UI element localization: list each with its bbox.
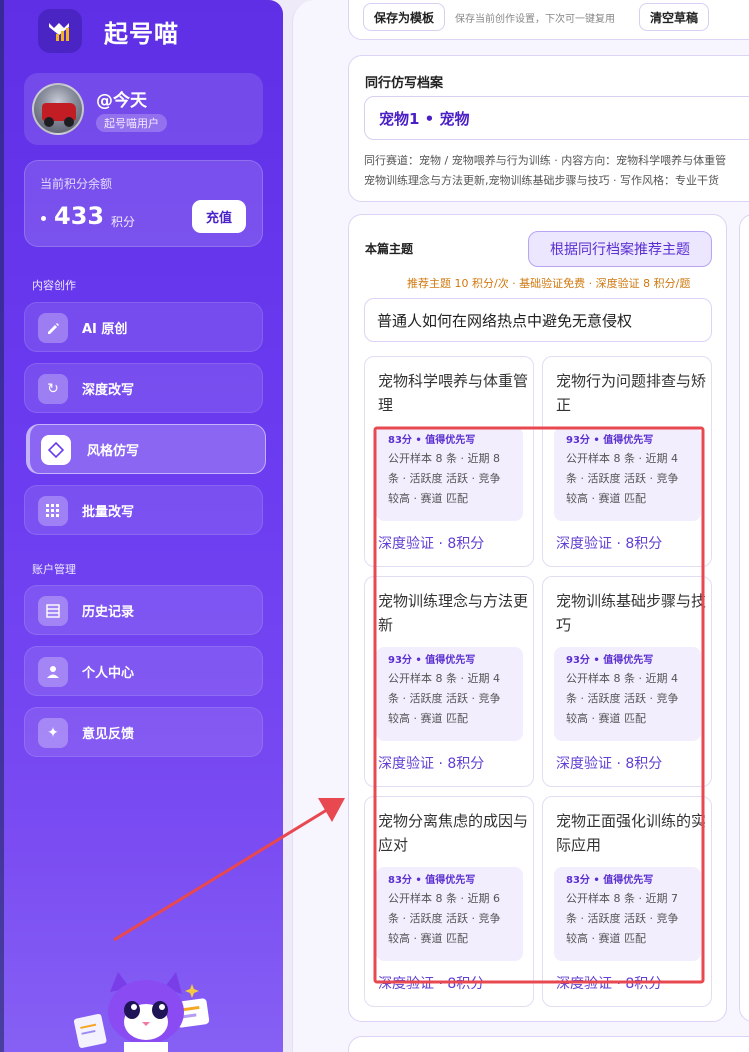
peer-profile-desc-2: 宠物训练理念与方法更新,宠物训练基础步骤与技巧 · 写作风格：专业干货 <box>364 174 719 187</box>
topic-card-score: 93分 • 值得优先写 <box>566 655 654 666</box>
bottom-panel-partial <box>348 1036 749 1052</box>
topic-panel: 本篇主题 根据同行档案推荐主题 推荐主题 10 积分/次 · 基础验证免费 · … <box>348 214 727 1022</box>
topic-card[interactable]: 宠物行为问题排查与矫正 93分 • 值得优先写 公开样本 8 条 · 近期 4 … <box>542 356 712 567</box>
points-card: 当前积分余额 433 积分 充值 <box>24 160 263 247</box>
topic-card-title: 宠物科学喂养与体重管理 <box>378 372 529 414</box>
profile-card[interactable]: @今天 起号喵用户 <box>24 73 263 145</box>
deep-verify-link[interactable]: 深度验证 · 8积分 <box>556 753 662 773</box>
nav-item-feedback[interactable]: ✦ 意见反馈 <box>24 707 263 757</box>
topic-card-desc: 公开样本 8 条 · 近期 4 条 · 活跃度 活跃 · 竞争 较高 · 赛道 … <box>566 672 679 725</box>
recharge-button[interactable]: 充值 <box>192 200 246 233</box>
nav-item-style-imitate[interactable]: 风格仿写 <box>26 424 266 474</box>
nav-label: 历史记录 <box>82 605 135 620</box>
save-template-hint: 保存当前创作设置，下次可一键复用 <box>455 14 615 25</box>
list-icon <box>38 596 68 626</box>
topic-card-title: 宠物训练理念与方法更新 <box>378 592 529 634</box>
topic-card-desc: 公开样本 8 条 · 近期 4 条 · 活跃度 活跃 · 竞争 较高 · 赛道 … <box>566 452 679 505</box>
topic-card[interactable]: 宠物分离焦虑的成因与应对 83分 • 值得优先写 公开样本 8 条 · 近期 6… <box>364 796 534 1007</box>
topic-card-title: 宠物分离焦虑的成因与应对 <box>378 812 529 854</box>
topic-card[interactable]: 宠物训练基础步骤与技巧 93分 • 值得优先写 公开样本 8 条 · 近期 4 … <box>542 576 712 787</box>
nav-label: 个人中心 <box>82 666 135 681</box>
points-value: 433 <box>54 202 105 230</box>
peer-profile-select[interactable]: 宠物1 • 宠物 <box>364 96 749 140</box>
topic-card-title: 宠物行为问题排查与矫正 <box>556 372 707 414</box>
nav-item-profile[interactable]: 个人中心 <box>24 646 263 696</box>
nav-item-history[interactable]: 历史记录 <box>24 585 263 635</box>
user-badge: 起号喵用户 <box>96 114 167 132</box>
avatar[interactable] <box>32 83 84 135</box>
deep-verify-link[interactable]: 深度验证 · 8积分 <box>378 533 484 553</box>
save-template-button[interactable]: 保存为模板 <box>363 3 446 31</box>
topic-card-info: 93分 • 值得优先写 公开样本 8 条 · 近期 4 条 · 活跃度 活跃 ·… <box>376 647 523 741</box>
nav-label: 深度改写 <box>82 383 135 398</box>
section-label-content: 内容创作 <box>32 279 76 292</box>
side-panel-partial <box>739 214 749 1022</box>
peer-profile-panel: 同行仿写档案 宠物1 • 宠物 同行赛道：宠物 / 宠物喂养与行为训练 · 内容… <box>348 55 749 202</box>
deep-verify-link[interactable]: 深度验证 · 8积分 <box>378 973 484 993</box>
username: @今天 <box>96 91 147 111</box>
deep-verify-link[interactable]: 深度验证 · 8积分 <box>556 973 662 993</box>
topic-card-info: 83分 • 值得优先写 公开样本 8 条 · 近期 7 条 · 活跃度 活跃 ·… <box>554 867 701 961</box>
user-icon <box>38 657 68 687</box>
nav-label: 批量改写 <box>82 505 135 520</box>
topic-card-info: 83分 • 值得优先写 公开样本 8 条 · 近期 8 条 · 活跃度 活跃 ·… <box>376 427 523 521</box>
topic-card-info: 83分 • 值得优先写 公开样本 8 条 · 近期 6 条 · 活跃度 活跃 ·… <box>376 867 523 961</box>
points-dot-icon <box>41 216 46 221</box>
nav-label: AI 原创 <box>82 322 128 337</box>
topic-input[interactable]: 普通人如何在网络热点中避免无意侵权 <box>364 298 712 342</box>
topic-card-score: 93分 • 值得优先写 <box>566 435 654 446</box>
nav-label: 风格仿写 <box>87 444 140 459</box>
sparkle-icon: ✦ <box>38 718 68 748</box>
recommend-topic-button[interactable]: 根据同行档案推荐主题 <box>528 231 712 267</box>
clear-draft-button[interactable]: 清空草稿 <box>639 3 710 31</box>
topic-card[interactable]: 宠物训练理念与方法更新 93分 • 值得优先写 公开样本 8 条 · 近期 4 … <box>364 576 534 787</box>
grid-icon <box>38 496 68 526</box>
topic-title: 本篇主题 <box>365 242 414 256</box>
nav-item-deep-rewrite[interactable]: ↻ 深度改写 <box>24 363 263 413</box>
topic-card-info: 93分 • 值得优先写 公开样本 8 条 · 近期 4 条 · 活跃度 活跃 ·… <box>554 647 701 741</box>
pencil-icon <box>38 313 68 343</box>
peer-profile-title: 同行仿写档案 <box>365 76 444 91</box>
topic-card-title: 宠物正面强化训练的实际应用 <box>556 812 707 854</box>
points-label: 当前积分余额 <box>40 177 113 191</box>
app-title: 起号喵 <box>104 20 179 48</box>
nav-label: 意见反馈 <box>82 727 135 742</box>
topic-card-score: 83分 • 值得优先写 <box>388 875 476 886</box>
topic-card-score: 93分 • 值得优先写 <box>388 655 476 666</box>
cat-mascot-icon <box>73 972 210 1052</box>
topic-card-score: 83分 • 值得优先写 <box>566 875 654 886</box>
cost-note: 推荐主题 10 积分/次 · 基础验证免费 · 深度验证 8 积分/题 <box>407 277 691 290</box>
deep-verify-link[interactable]: 深度验证 · 8积分 <box>556 533 662 553</box>
topic-card-score: 83分 • 值得优先写 <box>388 435 476 446</box>
topic-card-title: 宠物训练基础步骤与技巧 <box>556 592 707 634</box>
main-content: 保存为模板 保存当前创作设置，下次可一键复用 清空草稿 同行仿写档案 宠物1 •… <box>292 0 749 1052</box>
points-unit: 积分 <box>111 215 136 229</box>
deep-verify-link[interactable]: 深度验证 · 8积分 <box>378 753 484 773</box>
section-label-account: 账户管理 <box>32 563 76 576</box>
topic-card-desc: 公开样本 8 条 · 近期 4 条 · 活跃度 活跃 · 竞争 较高 · 赛道 … <box>388 672 501 725</box>
topic-card[interactable]: 宠物正面强化训练的实际应用 83分 • 值得优先写 公开样本 8 条 · 近期 … <box>542 796 712 1007</box>
topic-card[interactable]: 宠物科学喂养与体重管理 83分 • 值得优先写 公开样本 8 条 · 近期 8 … <box>364 356 534 567</box>
peer-profile-desc-1: 同行赛道：宠物 / 宠物喂养与行为训练 · 内容方向：宠物科学喂养与体重管 <box>364 154 727 167</box>
template-panel: 保存为模板 保存当前创作设置，下次可一键复用 清空草稿 <box>348 0 749 40</box>
diamond-icon <box>41 435 71 465</box>
refresh-icon: ↻ <box>38 374 68 404</box>
topic-card-desc: 公开样本 8 条 · 近期 6 条 · 活跃度 活跃 · 竞争 较高 · 赛道 … <box>388 892 501 945</box>
topic-card-desc: 公开样本 8 条 · 近期 7 条 · 活跃度 活跃 · 竞争 较高 · 赛道 … <box>566 892 679 945</box>
topic-card-info: 93分 • 值得优先写 公开样本 8 条 · 近期 4 条 · 活跃度 活跃 ·… <box>554 427 701 521</box>
nav-item-ai-original[interactable]: AI 原创 <box>24 302 263 352</box>
nav-item-batch-rewrite[interactable]: 批量改写 <box>24 485 263 535</box>
app-logo-icon[interactable] <box>38 9 82 53</box>
topic-card-desc: 公开样本 8 条 · 近期 8 条 · 活跃度 活跃 · 竞争 较高 · 赛道 … <box>388 452 501 505</box>
sidebar: 起号喵 @今天 起号喵用户 当前积分余额 433 积分 充值 内容创作 AI 原… <box>0 0 283 1052</box>
